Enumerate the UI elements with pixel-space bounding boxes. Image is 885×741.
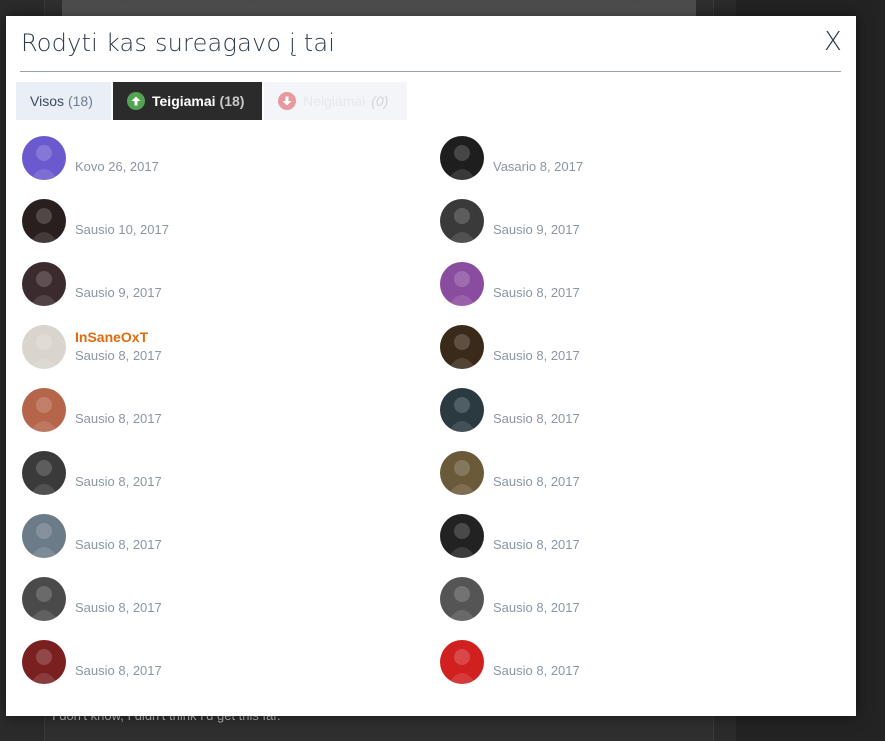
- avatar[interactable]: [440, 388, 484, 432]
- avatar[interactable]: [22, 262, 66, 306]
- reaction-date: Sausio 8, 2017: [75, 474, 162, 489]
- reaction-date: Sausio 8, 2017: [75, 600, 162, 615]
- arrow-up-icon: [127, 92, 145, 110]
- tab-all[interactable]: Visos (18): [16, 82, 111, 120]
- reaction-date: Sausio 8, 2017: [493, 348, 580, 363]
- avatar[interactable]: [22, 199, 66, 243]
- avatar[interactable]: [440, 577, 484, 621]
- list-item: Sausio 8, 2017: [440, 640, 840, 703]
- reaction-date: Sausio 9, 2017: [75, 285, 162, 300]
- list-item: Sausio 8, 2017: [22, 577, 422, 640]
- avatar[interactable]: [22, 136, 66, 180]
- reaction-date: Sausio 8, 2017: [75, 348, 162, 363]
- tab-negative-count: (0): [371, 93, 389, 109]
- reaction-date: Sausio 9, 2017: [493, 222, 580, 237]
- avatar[interactable]: [440, 262, 484, 306]
- list-item: Sausio 8, 2017: [22, 514, 422, 577]
- reaction-date: Sausio 8, 2017: [75, 411, 162, 426]
- close-button[interactable]: X: [824, 27, 842, 57]
- avatar[interactable]: [22, 640, 66, 684]
- reaction-date: Sausio 8, 2017: [75, 663, 162, 678]
- reactions-list-left: Kovo 26, 2017 Sausio 10, 2017 Sausio 9, 20…: [22, 136, 422, 703]
- list-item: Sausio 8, 2017: [22, 388, 422, 451]
- modal-title: Rodyti kas sureagavo į tai: [21, 29, 336, 57]
- reaction-tabs: Visos (18) Teigiamai (18) Neigiamai (0): [16, 82, 407, 120]
- tab-all-count: (18): [67, 93, 93, 109]
- reaction-date: Sausio 8, 2017: [75, 537, 162, 552]
- list-item: Sausio 8, 2017: [440, 577, 840, 640]
- list-item: Sausio 8, 2017: [440, 514, 840, 577]
- tab-positive[interactable]: Teigiamai (18): [113, 82, 262, 120]
- reaction-date: Vasario 8, 2017: [493, 159, 584, 174]
- avatar[interactable]: [22, 388, 66, 432]
- avatar[interactable]: [22, 451, 66, 495]
- tab-positive-count: (18): [219, 93, 245, 109]
- avatar[interactable]: [440, 514, 484, 558]
- list-item: Sausio 8, 2017: [440, 325, 840, 388]
- reaction-date: Kovo 26, 2017: [75, 159, 159, 174]
- reaction-date: Sausio 10, 2017: [75, 222, 169, 237]
- title-divider: [20, 71, 841, 72]
- avatar[interactable]: [22, 577, 66, 621]
- avatar[interactable]: [440, 199, 484, 243]
- reaction-date: Sausio 8, 2017: [493, 600, 580, 615]
- list-item: Sausio 9, 2017: [440, 199, 840, 262]
- list-item: Sausio 8, 2017: [440, 262, 840, 325]
- reactions-modal: Rodyti kas sureagavo į tai X Visos (18) …: [6, 16, 856, 716]
- list-item: Kovo 26, 2017: [22, 136, 422, 199]
- tab-all-label: Visos: [30, 93, 64, 109]
- list-item: Sausio 8, 2017: [440, 388, 840, 451]
- list-item: Sausio 8, 2017: [22, 640, 422, 703]
- avatar[interactable]: [440, 136, 484, 180]
- list-item: Vasario 8, 2017: [440, 136, 840, 199]
- arrow-down-icon: [278, 92, 296, 110]
- reaction-date: Sausio 8, 2017: [493, 285, 580, 300]
- avatar[interactable]: [440, 640, 484, 684]
- reaction-date: Sausio 8, 2017: [493, 663, 580, 678]
- avatar[interactable]: [22, 325, 66, 369]
- tab-negative[interactable]: Neigiamai (0): [264, 82, 407, 120]
- avatar[interactable]: [440, 451, 484, 495]
- username-link[interactable]: InSaneOxT: [75, 329, 148, 345]
- list-item: InSaneOxT Sausio 8, 2017: [22, 325, 422, 388]
- reaction-date: Sausio 8, 2017: [493, 537, 580, 552]
- list-item: Sausio 8, 2017: [22, 451, 422, 514]
- avatar[interactable]: [22, 514, 66, 558]
- list-item: Sausio 8, 2017: [440, 451, 840, 514]
- tab-positive-label: Teigiamai: [152, 93, 216, 109]
- list-item: Sausio 10, 2017: [22, 199, 422, 262]
- tab-negative-label: Neigiamai: [303, 93, 366, 109]
- avatar[interactable]: [440, 325, 484, 369]
- reactions-list-right: Vasario 8, 2017 Sausio 9, 2017 Sausio 8, 2…: [440, 136, 840, 703]
- reaction-date: Sausio 8, 2017: [493, 474, 580, 489]
- list-item: Sausio 9, 2017: [22, 262, 422, 325]
- reaction-date: Sausio 8, 2017: [493, 411, 580, 426]
